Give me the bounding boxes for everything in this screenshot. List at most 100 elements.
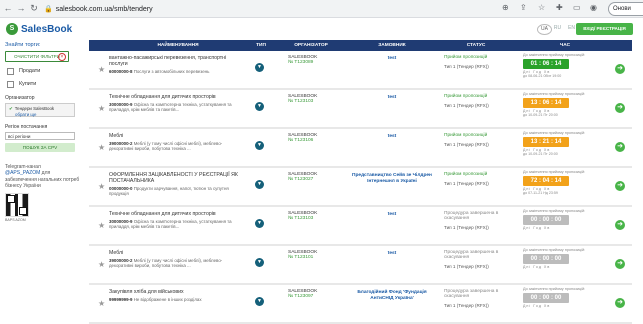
telegram-link[interactable]: @APS_PAZOM bbox=[5, 170, 40, 176]
customer-name[interactable]: test bbox=[388, 251, 397, 256]
tender-type-icon: ▼ bbox=[255, 219, 264, 228]
open-tender-arrow-icon[interactable]: ➜ bbox=[615, 220, 625, 230]
signin-button[interactable]: ВХІД/ РЕЄСТРАЦІЯ bbox=[576, 23, 633, 35]
telegram-text: Telegram-канал bbox=[5, 164, 41, 170]
cpv-text: Послуги з автомобільних перевезень bbox=[133, 69, 210, 74]
tender-title[interactable]: вантажно-пасажирські перевезення, трансп… bbox=[109, 55, 244, 67]
logo-text: SalesBook bbox=[21, 23, 73, 35]
browser-toolbar: ← → ↻ 🔒 salesbook.com.ua/smb/tendery ⊕ ⇪ … bbox=[0, 0, 643, 18]
profile-icon[interactable]: ◉ bbox=[590, 3, 597, 12]
cpv-search-button[interactable]: ПОШУК ЗА CPV bbox=[5, 143, 75, 152]
filter-sidebar: Знайти торги: ОЧИСТИТИ ФІЛЬТРИ × Продати… bbox=[5, 40, 85, 222]
cpv-code: 00000000-0 bbox=[109, 186, 133, 191]
open-tender-arrow-icon[interactable]: ➜ bbox=[615, 298, 625, 308]
open-tender-arrow-icon[interactable]: ➜ bbox=[615, 64, 625, 74]
zoom-icon[interactable]: ⊕ bbox=[502, 3, 509, 12]
countdown-timer: 00 : 00 : 00 bbox=[523, 253, 569, 264]
tender-number: № T123106 bbox=[288, 138, 314, 143]
sell-checkbox[interactable]: Продати bbox=[5, 67, 85, 75]
open-tender-arrow-icon[interactable]: ➜ bbox=[615, 142, 625, 152]
back-icon[interactable]: ← bbox=[3, 3, 13, 13]
tender-type-icon: ▼ bbox=[255, 258, 264, 267]
tender-number: № T123027 bbox=[288, 177, 314, 182]
qr-code-image bbox=[5, 192, 29, 217]
organizer-value: Тендери SalesBook bbox=[14, 106, 55, 111]
cpv-code: 30000000-9 bbox=[109, 219, 133, 224]
checkbox-icon bbox=[7, 80, 14, 88]
clear-filters-label: ОЧИСТИТИ ФІЛЬТРИ bbox=[13, 54, 60, 59]
favorite-star-icon[interactable]: ★ bbox=[98, 182, 105, 191]
cpv-code: 39000000-2 bbox=[109, 141, 133, 146]
favorite-star-icon[interactable]: ★ bbox=[98, 104, 105, 113]
cpv-description: 39000000-2 Меблі (у тому числі офісні ме… bbox=[109, 258, 244, 269]
region-select[interactable]: всі регіони bbox=[5, 132, 75, 140]
table-row[interactable]: ★ Меблі 39000000-2 Меблі (у тому числі о… bbox=[89, 129, 632, 168]
countdown-label: До закінчення прийому пропозицій: bbox=[523, 287, 586, 291]
cpv-description: 39000000-2 Меблі (у тому числі офісні ме… bbox=[109, 141, 244, 152]
favorite-star-icon[interactable]: ★ bbox=[98, 260, 105, 269]
tender-title[interactable]: Закупівля хліба для військових bbox=[109, 289, 244, 295]
tender-number: № T123097 bbox=[288, 294, 314, 299]
cpv-description: 30000000-9 Офісна та комп'ютерна техніка… bbox=[109, 219, 244, 230]
lang-ua[interactable]: UA bbox=[537, 24, 552, 35]
table-row[interactable]: ★ Меблі 39000000-2 Меблі (у тому числі о… bbox=[89, 246, 632, 285]
bookmark-star-icon[interactable]: ☆ bbox=[538, 3, 545, 12]
favorite-star-icon[interactable]: ★ bbox=[98, 221, 105, 230]
logo-icon: S bbox=[6, 23, 18, 35]
address-bar[interactable]: 🔒 salesbook.com.ua/smb/tendery bbox=[44, 5, 153, 13]
customer-name[interactable]: Представництво Сейв зе Чілдрен Інтернешн… bbox=[352, 173, 432, 184]
countdown-label: До закінчення прийому пропозицій: bbox=[523, 53, 586, 57]
buy-checkbox[interactable]: Купити bbox=[5, 80, 85, 88]
table-row[interactable]: ★ вантажно-пасажирські перевезення, тран… bbox=[89, 51, 632, 90]
customer-name[interactable]: test bbox=[388, 56, 397, 61]
deadline-text: до 10-09-21 Пт 20:00 bbox=[523, 112, 558, 117]
forward-icon[interactable]: → bbox=[16, 3, 26, 13]
tender-title[interactable]: Меблі bbox=[109, 133, 244, 139]
table-row[interactable]: ★ Технічне обладнання для дитячих просто… bbox=[89, 207, 632, 246]
col-customer: ЗАМОВНИК bbox=[378, 43, 406, 48]
lang-ru[interactable]: RU bbox=[551, 24, 564, 33]
tender-number: № T123103 bbox=[288, 216, 314, 221]
tender-title[interactable]: Меблі bbox=[109, 250, 244, 256]
countdown-label: До закінчення прийому пропозицій: bbox=[523, 92, 586, 96]
choose-more-link[interactable]: обрати ще bbox=[9, 112, 71, 117]
table-row[interactable]: ★ Технічне обладнання для дитячих просто… bbox=[89, 90, 632, 129]
organizer-select[interactable]: ✔ Тендери SalesBook обрати ще bbox=[5, 103, 75, 117]
countdown-timer: 01 : 06 : 14 bbox=[523, 58, 569, 69]
open-tender-arrow-icon[interactable]: ➜ bbox=[615, 259, 625, 269]
table-row[interactable]: ★ Закупівля хліба для військових 9999999… bbox=[89, 285, 632, 324]
table-row[interactable]: ★ ОФОРМЛЕННЯ ЗАЦІКАВЛЕНОСТІ У РЕЄСТРАЦІЇ… bbox=[89, 168, 632, 207]
tender-type-icon: ▼ bbox=[255, 180, 264, 189]
countdown-label: До закінчення прийому пропозицій: bbox=[523, 131, 586, 135]
reload-icon[interactable]: ↻ bbox=[29, 3, 39, 13]
favorite-star-icon[interactable]: ★ bbox=[98, 299, 105, 308]
tender-type-icon: ▼ bbox=[255, 297, 264, 306]
clear-filters-button[interactable]: ОЧИСТИТИ ФІЛЬТРИ × bbox=[5, 51, 69, 62]
extensions-icon[interactable]: ✚ bbox=[556, 3, 563, 12]
table-body: ★ вантажно-пасажирські перевезення, тран… bbox=[89, 51, 632, 324]
tender-title[interactable]: Технічне обладнання для дитячих просторі… bbox=[109, 94, 244, 100]
favorite-star-icon[interactable]: ★ bbox=[98, 65, 105, 74]
countdown-units: Дні Год Хв bbox=[523, 303, 551, 308]
procedure-type: Тип 1 (Тендер (RFX)) bbox=[444, 181, 489, 186]
customer-name[interactable]: Благодійний Фонд 'Фундація АнтиСНІД Укра… bbox=[357, 290, 426, 301]
update-button[interactable]: Онови bbox=[608, 2, 643, 16]
customer-name[interactable]: test bbox=[388, 212, 397, 217]
salesbook-logo[interactable]: S SalesBook bbox=[6, 22, 72, 36]
tender-title[interactable]: ОФОРМЛЕННЯ ЗАЦІКАВЛЕНОСТІ У РЕЄСТРАЦІЇ Я… bbox=[109, 172, 244, 184]
status-text: Процедура завершена в скасування bbox=[444, 250, 499, 260]
share-icon[interactable]: ⇪ bbox=[520, 3, 527, 12]
open-tender-arrow-icon[interactable]: ➜ bbox=[615, 181, 625, 191]
tender-title[interactable]: Технічне обладнання для дитячих просторі… bbox=[109, 211, 244, 217]
region-label: Регіон постачання bbox=[5, 124, 48, 130]
procedure-type: Тип 1 (Тендер (RFX)) bbox=[444, 303, 489, 308]
customer-name[interactable]: test bbox=[388, 134, 397, 139]
favorite-star-icon[interactable]: ★ bbox=[98, 143, 105, 152]
open-tender-arrow-icon[interactable]: ➜ bbox=[615, 103, 625, 113]
status-text: Процедура завершена в скасування bbox=[444, 289, 499, 299]
col-status: СТАТУС bbox=[466, 43, 486, 48]
cpv-code: 99999999-9 bbox=[109, 297, 133, 302]
customer-name[interactable]: test bbox=[388, 95, 397, 100]
tender-number: № T123103 bbox=[288, 99, 314, 104]
sidebar-panel-icon[interactable]: ▭ bbox=[573, 3, 581, 12]
